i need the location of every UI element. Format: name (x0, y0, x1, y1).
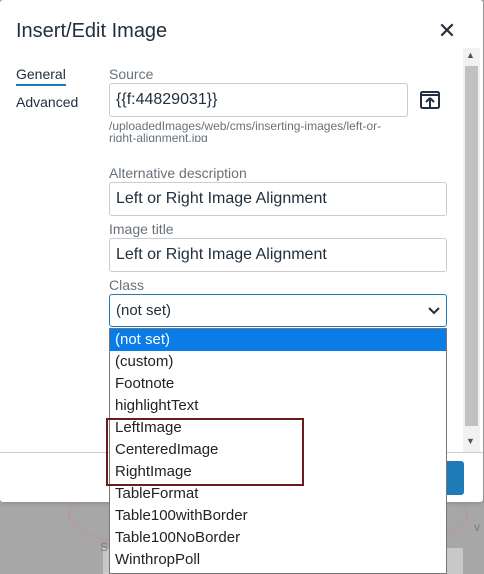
source-path-note: /uploadedImages/web/cms/inserting-images… (109, 120, 382, 142)
scroll-down-icon[interactable]: ▼ (466, 436, 475, 446)
scroll-up-icon[interactable]: ▲ (466, 50, 475, 60)
browse-icon[interactable] (414, 84, 446, 116)
class-option[interactable]: TableFormat (110, 483, 446, 505)
class-option[interactable]: WinthropPoll (110, 549, 446, 571)
source-input[interactable]: {{f:44829031}} (109, 83, 408, 117)
image-title-input[interactable]: Left or Right Image Alignment (109, 238, 447, 272)
tab-advanced[interactable]: Advanced (16, 94, 78, 110)
scrollbar-thumb[interactable] (465, 66, 478, 426)
image-title-label: Image title (109, 221, 174, 237)
class-option[interactable]: Table100NoBorder (110, 527, 446, 549)
class-select-value: (not set) (116, 302, 172, 319)
class-label: Class (109, 277, 145, 293)
dialog-title: Insert/Edit Image (16, 20, 168, 42)
class-option[interactable]: (not set) (110, 329, 446, 351)
close-icon[interactable]: ✕ (436, 18, 458, 44)
class-option[interactable]: (custom) (110, 351, 446, 373)
highlight-box (106, 418, 304, 486)
class-option[interactable]: Footnote (110, 373, 446, 395)
alt-description-label: Alternative description (109, 165, 247, 181)
alt-description-input[interactable]: Left or Right Image Alignment (109, 182, 447, 216)
background-fragment: v (474, 520, 480, 534)
class-select[interactable]: (not set) (109, 294, 447, 327)
class-option[interactable]: Table100withBorder (110, 505, 446, 527)
background-fragment: S (100, 540, 109, 554)
class-option[interactable]: highlightText (110, 395, 446, 417)
tab-general[interactable]: General (16, 66, 66, 86)
source-label: Source (109, 66, 154, 82)
